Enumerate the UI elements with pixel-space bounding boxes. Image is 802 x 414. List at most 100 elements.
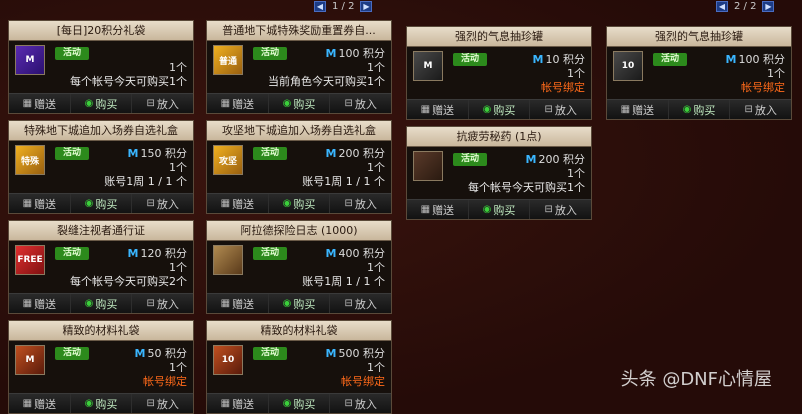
item-actions: ▦ 赠送 ◉ 购买 ⊟ 放入 <box>207 293 392 313</box>
scroll-icon[interactable] <box>213 245 243 275</box>
item-card[interactable]: 普通地下城特殊奖励重置券自... 普通 活动 M 100 积分 1个 当前角色今天… <box>206 20 392 114</box>
page-number: 2 / 2 <box>734 1 757 12</box>
cart-label: 放入 <box>156 197 179 211</box>
add-to-cart-button[interactable]: ⊟ 放入 <box>330 394 392 413</box>
item-title: 攻坚地下城追加入场券自选礼盒 <box>207 121 391 141</box>
gift-button[interactable]: ▦ 赠送 <box>407 200 469 219</box>
purchase-limit: 账号1周 1 / 1 个 <box>104 175 187 188</box>
coin-icon: ◉ <box>84 198 94 209</box>
item-card[interactable]: 强烈的气息抽珍罐 10 活动 M 100 积分 1个 帐号绑定 ▦ 赠送 ◉ 购买 ⊟… <box>606 26 792 120</box>
item-title: 裂缝注视者通行证 <box>9 221 193 241</box>
gift-button[interactable]: ▦ 赠送 <box>207 294 269 313</box>
cart-icon: ⊟ <box>344 298 353 309</box>
purchase-limit: 每个帐号今天可购买1个 <box>70 75 187 88</box>
add-to-cart-button[interactable]: ⊟ 放入 <box>330 194 392 213</box>
coin-icon: ◉ <box>84 298 94 309</box>
jar-icon[interactable]: M <box>413 51 443 81</box>
coin-icon: ◉ <box>84 398 94 409</box>
coin-icon: ◉ <box>282 198 292 209</box>
item-card[interactable]: 精致的材料礼袋 M 活动 M 50 积分 1个 帐号绑定 ▦ 赠送 ◉ 购买 ⊟ 放入 <box>8 320 194 414</box>
item-title: 精致的材料礼袋 <box>207 321 391 341</box>
purchase-limit: 账号1周 1 / 1 个 <box>302 275 385 288</box>
next-page-arrow-icon[interactable]: ▶ <box>360 1 373 12</box>
item-card[interactable]: 精致的材料礼袋 10 活动 M 500 积分 1个 帐号绑定 ▦ 赠送 ◉ 购买 ⊟ 放… <box>206 320 392 414</box>
add-to-cart-button[interactable]: ⊟ 放入 <box>530 200 592 219</box>
prev-page-arrow-icon[interactable]: ◀ <box>716 1 728 12</box>
free-pass-icon[interactable]: FREE <box>15 245 45 275</box>
coin-icon: ◉ <box>482 204 492 215</box>
currency-icon: M <box>325 147 337 160</box>
buy-button[interactable]: ◉ 购买 <box>70 294 133 313</box>
gift-button[interactable]: ▦ 赠送 <box>9 194 71 213</box>
event-badge: 活动 <box>653 53 687 66</box>
buy-button[interactable]: ◉ 购买 <box>70 194 133 213</box>
purchase-limit: 每个帐号今天可购买2个 <box>70 275 187 288</box>
add-to-cart-button[interactable]: ⊟ 放入 <box>132 194 194 213</box>
prev-page-arrow-icon[interactable]: ◀ <box>314 1 326 12</box>
buy-label: 购买 <box>293 397 316 411</box>
buy-button[interactable]: ◉ 购买 <box>70 394 133 413</box>
add-to-cart-button[interactable]: ⊟ 放入 <box>330 94 392 113</box>
buy-button[interactable]: ◉ 购买 <box>70 94 133 113</box>
item-card[interactable]: 抗疲劳秘药 (1点) 活动 M 200 积分 1个 每个帐号今天可购买1个 ▦ 赠送… <box>406 126 592 220</box>
cart-icon: ⊟ <box>344 398 353 409</box>
event-badge: 活动 <box>55 147 89 160</box>
item-card[interactable]: [每日]20积分礼袋 M 活动 1个 每个帐号今天可购买1个 ▦ 赠送 ◉ 购买 ⊟… <box>8 20 194 114</box>
event-badge: 活动 <box>453 153 487 166</box>
gift-button[interactable]: ▦ 赠送 <box>207 394 269 413</box>
icon-label: 特殊 <box>20 156 39 167</box>
cart-icon: ⊟ <box>344 98 353 109</box>
item-actions: ▦ 赠送 ◉ 购买 ⊟ 放入 <box>407 99 592 119</box>
cart-icon: ⊟ <box>146 298 155 309</box>
item-card[interactable]: 裂缝注视者通行证 FREE 活动 M 120 积分 1个 每个帐号今天可购买2个 … <box>8 220 194 314</box>
add-to-cart-button[interactable]: ⊟ 放入 <box>530 100 592 119</box>
buy-label: 购买 <box>95 297 118 311</box>
potion-icon[interactable] <box>413 151 443 181</box>
gift-button[interactable]: ▦ 赠送 <box>9 94 71 113</box>
buy-button[interactable]: ◉ 购买 <box>668 100 731 119</box>
gift-button[interactable]: ▦ 赠送 <box>407 100 469 119</box>
gift-button[interactable]: ▦ 赠送 <box>9 294 71 313</box>
item-card[interactable]: 攻坚地下城追加入场券自选礼盒 攻坚 活动 M 200 积分 1个 账号1周 1 /… <box>206 120 392 214</box>
buy-label: 购买 <box>95 397 118 411</box>
add-to-cart-button[interactable]: ⊟ 放入 <box>330 294 392 313</box>
buy-button[interactable]: ◉ 购买 <box>468 200 531 219</box>
material-bag-icon[interactable]: M <box>15 345 45 375</box>
material-bag-icon[interactable]: 10 <box>213 345 243 375</box>
pager-left: ◀ 1 / 2 ▶ <box>314 0 373 13</box>
add-to-cart-button[interactable]: ⊟ 放入 <box>730 100 792 119</box>
item-title: 精致的材料礼袋 <box>9 321 193 341</box>
item-card[interactable]: 强烈的气息抽珍罐 M 活动 M 10 积分 1个 帐号绑定 ▦ 赠送 ◉ 购买 ⊟ 放入 <box>406 26 592 120</box>
cart-icon: ⊟ <box>344 198 353 209</box>
add-to-cart-button[interactable]: ⊟ 放入 <box>132 94 194 113</box>
gift-button[interactable]: ▦ 赠送 <box>9 394 71 413</box>
gift-label: 赠送 <box>34 297 57 311</box>
coin-icon: ◉ <box>84 98 94 109</box>
buy-button[interactable]: ◉ 购买 <box>268 194 331 213</box>
ticket-chest-icon[interactable]: 普通 <box>213 45 243 75</box>
watermark: 头条 @DNF心情屋 <box>620 369 772 390</box>
gold-chest-icon[interactable]: 特殊 <box>15 145 45 175</box>
buy-button[interactable]: ◉ 购买 <box>468 100 531 119</box>
gift-bag-icon[interactable]: M <box>15 45 45 75</box>
add-to-cart-button[interactable]: ⊟ 放入 <box>132 294 194 313</box>
next-page-arrow-icon[interactable]: ▶ <box>762 1 775 12</box>
buy-button[interactable]: ◉ 购买 <box>268 394 331 413</box>
gift-button[interactable]: ▦ 赠送 <box>207 94 269 113</box>
item-card[interactable]: 特殊地下城追加入场券自选礼盒 特殊 活动 M 150 积分 1个 账号1周 1 /… <box>8 120 194 214</box>
buy-button[interactable]: ◉ 购买 <box>268 94 331 113</box>
purchase-limit: 帐号绑定 <box>541 81 585 94</box>
coin-icon: ◉ <box>682 104 692 115</box>
buy-button[interactable]: ◉ 购买 <box>268 294 331 313</box>
gold-chest-icon[interactable]: 攻坚 <box>213 145 243 175</box>
buy-label: 购买 <box>95 197 118 211</box>
add-to-cart-button[interactable]: ⊟ 放入 <box>132 394 194 413</box>
event-badge: 活动 <box>253 47 287 60</box>
gift-button[interactable]: ▦ 赠送 <box>207 194 269 213</box>
coin-icon: ◉ <box>282 98 292 109</box>
gift-button[interactable]: ▦ 赠送 <box>607 100 669 119</box>
item-card[interactable]: 阿拉德探险日志 (1000) 活动 M 400 积分 1个 账号1周 1 / 1 … <box>206 220 392 314</box>
gift-label: 赠送 <box>232 97 255 111</box>
jar-icon[interactable]: 10 <box>613 51 643 81</box>
item-title: 强烈的气息抽珍罐 <box>607 27 791 47</box>
